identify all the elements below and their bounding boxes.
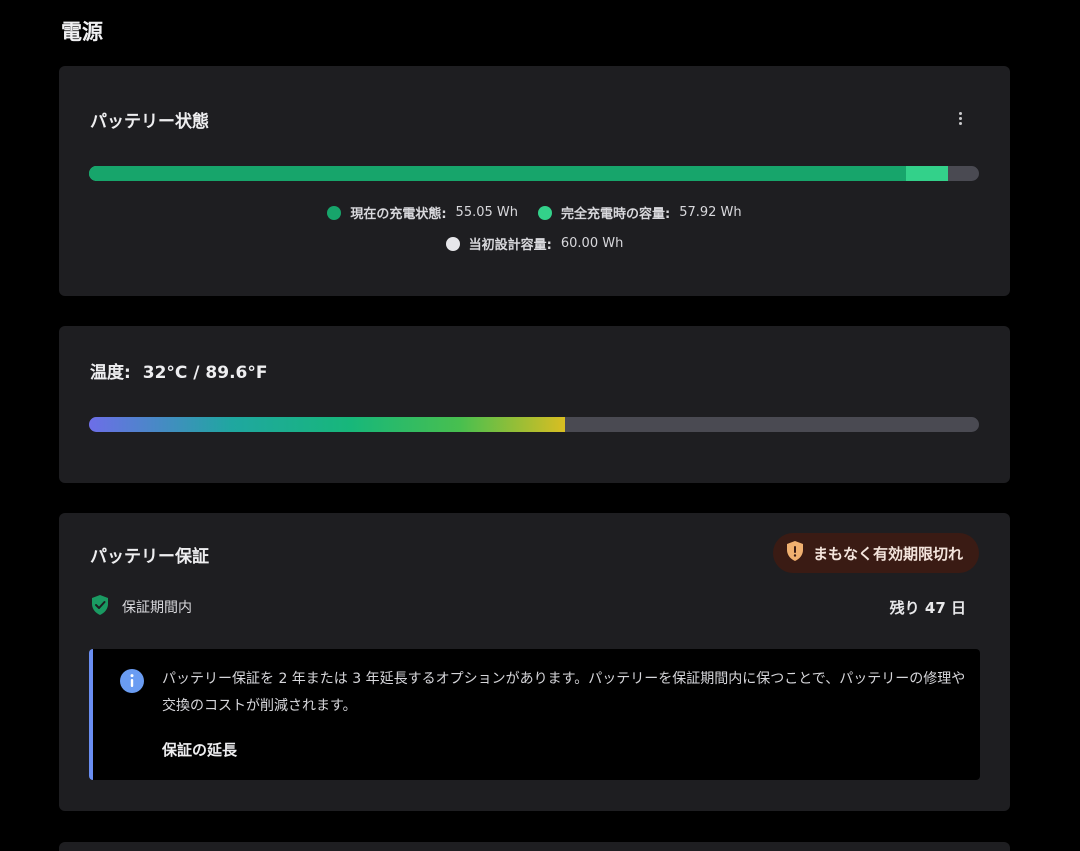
temperature-bar-fill [89,417,566,432]
temperature-bar [89,417,979,432]
page-title: 電源 [61,20,103,44]
info-icon [119,668,145,698]
current-charge-segment [89,166,906,181]
temperature-label: 温度: [90,363,131,383]
warranty-status-label: 保証期間内 [122,600,192,616]
legend-current-charge: 現在の充電状態: 55.05 Wh [327,203,518,222]
battery-warranty-card: パッテリー保証 まもなく有効期限切れ 保証期間内 残り 47 日 パッテリー保証… [59,513,1010,811]
more-vertical-icon[interactable] [948,106,972,130]
temperature-card: 温度: 32°C / 89.6°F [59,326,1010,483]
full-charge-value: 57.92 Wh [679,205,742,220]
warranty-info-text: パッテリー保証を 2 年または 3 年延長するオプションがあります。パッテリーを… [162,671,966,714]
battery-status-card: パッテリー状態 現在の充電状態: 55.05 Wh 完全充電時の容量: 57.9… [59,66,1010,296]
shield-check-icon [90,594,110,620]
legend-design-capacity: 当初設計容量: 60.00 Wh [445,234,624,253]
current-charge-dot [327,205,342,220]
legend-full-charge: 完全充電時の容量: 57.92 Wh [538,203,742,222]
warranty-remaining-days: 残り 47 日 [889,599,966,617]
warranty-status-row: 保証期間内 [90,594,980,620]
temperature-title: 温度: 32°C / 89.6°F [90,358,267,383]
full-charge-label: 完全充電時の容量: [561,207,671,222]
battery-capacity-bar [89,166,979,181]
warranty-title: パッテリー保証 [90,547,209,567]
full-charge-dot [538,205,552,220]
design-capacity-label: 当初設計容量: [468,238,552,253]
shield-alert-icon [785,540,805,566]
design-capacity-value: 60.00 Wh [560,236,624,251]
expiry-badge-label: まもなく有効期限切れ [812,544,963,563]
current-charge-label: 現在の充電状態: [350,207,447,222]
expiry-soon-badge: まもなく有効期限切れ [772,533,979,573]
design-capacity-dot [445,236,460,251]
warranty-info-box: パッテリー保証を 2 年または 3 年延長するオプションがあります。パッテリーを… [89,649,980,780]
battery-legend-row: 現在の充電状態: 55.05 Wh 完全充電時の容量: 57.92 Wh [59,203,1010,222]
temperature-value: 32°C / 89.6°F [142,363,268,383]
battery-legend-row: 当初設計容量: 60.00 Wh [59,234,1010,253]
battery-status-title: パッテリー状態 [90,112,209,132]
current-charge-value: 55.05 Wh [455,205,518,220]
next-card [59,842,1010,851]
extend-warranty-link[interactable]: 保証の延長 [162,739,237,760]
